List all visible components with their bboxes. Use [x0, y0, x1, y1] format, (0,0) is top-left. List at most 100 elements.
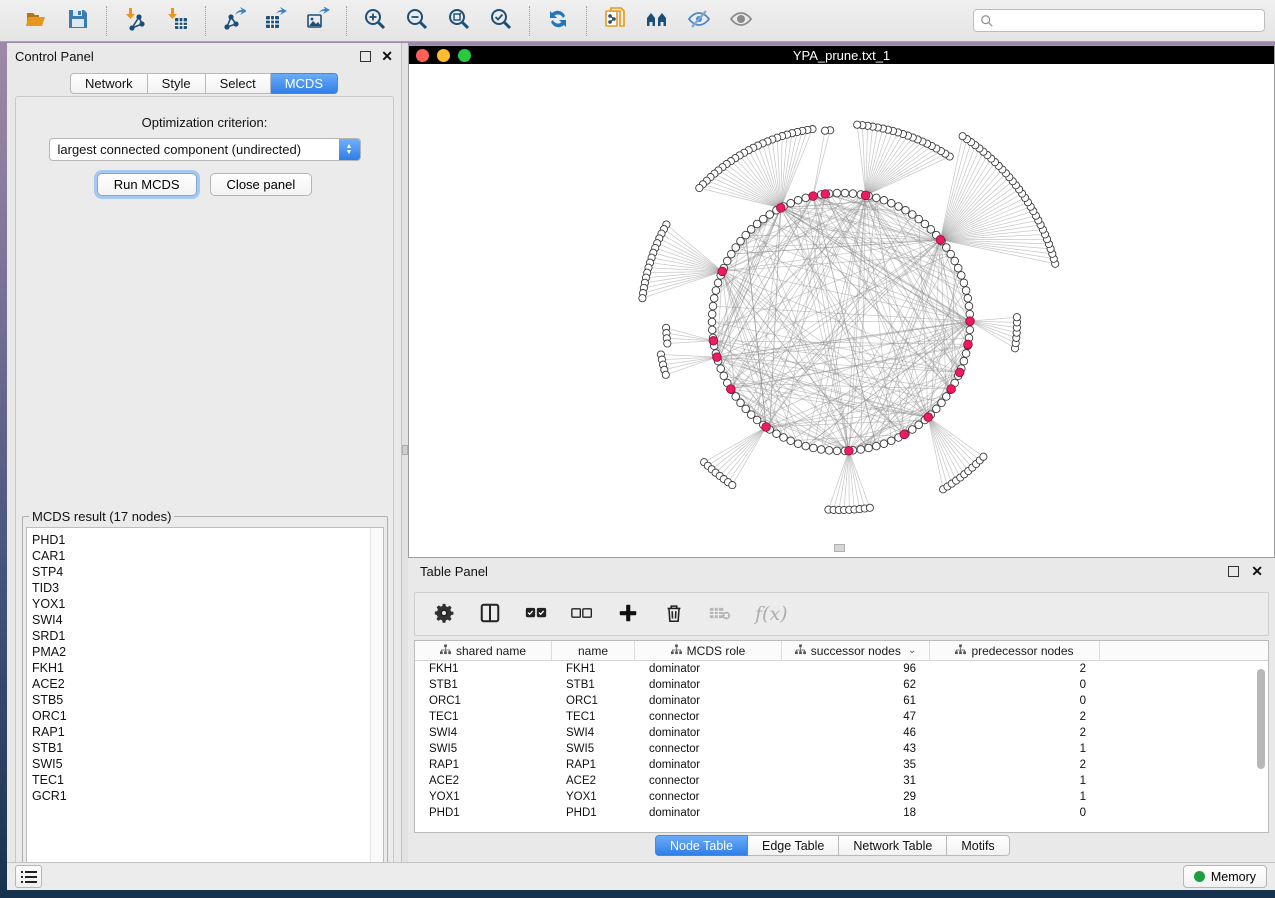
- result-node-item[interactable]: CAR1: [32, 548, 383, 564]
- add-column-button[interactable]: [617, 602, 639, 627]
- result-node-item[interactable]: STB5: [32, 692, 383, 708]
- result-node-item[interactable]: PMA2: [32, 644, 383, 660]
- network-canvas[interactable]: [409, 64, 1274, 557]
- table-scrollbar[interactable]: [1255, 663, 1267, 831]
- settings-gear-button[interactable]: [433, 602, 455, 627]
- result-node-item[interactable]: PHD1: [32, 532, 383, 548]
- table-cell: ACE2: [415, 775, 552, 787]
- network-from-selection-button[interactable]: [601, 7, 629, 35]
- table-row[interactable]: YOX1YOX1connector291: [415, 789, 1268, 805]
- table-cell: connector: [635, 775, 782, 787]
- table-row[interactable]: ORC1ORC1dominator610: [415, 693, 1268, 709]
- table-row[interactable]: RAP1RAP1dominator352: [415, 757, 1268, 773]
- result-node-item[interactable]: TID3: [32, 580, 383, 596]
- result-list-scrollbar[interactable]: [370, 528, 383, 884]
- column-label: predecessor nodes: [971, 644, 1073, 658]
- tab-motifs[interactable]: Motifs: [947, 835, 1009, 856]
- result-node-item[interactable]: ORC1: [32, 708, 383, 724]
- result-node-item[interactable]: YOX1: [32, 596, 383, 612]
- criterion-dropdown[interactable]: largest connected component (undirected)…: [49, 138, 361, 161]
- refresh-network-button[interactable]: [544, 7, 572, 35]
- result-node-item[interactable]: STP4: [32, 564, 383, 580]
- first-neighbors-button[interactable]: [643, 7, 671, 35]
- table-row[interactable]: SWI4SWI4dominator462: [415, 725, 1268, 741]
- table-row[interactable]: FKH1FKH1dominator962: [415, 661, 1268, 677]
- toggle-panes-button[interactable]: [479, 602, 501, 627]
- table-cell: 35: [782, 759, 930, 771]
- result-node-item[interactable]: SWI4: [32, 612, 383, 628]
- save-session-button[interactable]: [64, 7, 92, 35]
- memory-button[interactable]: Memory: [1183, 865, 1267, 888]
- result-node-item[interactable]: GCR1: [32, 788, 383, 804]
- result-node-item[interactable]: TEC1: [32, 772, 383, 788]
- zoom-fit-icon: [447, 7, 471, 34]
- tab-network-table[interactable]: Network Table: [839, 835, 947, 856]
- table-cell: dominator: [635, 807, 782, 819]
- zoom-out-button[interactable]: [403, 7, 431, 35]
- tab-node-table[interactable]: Node Table: [655, 835, 748, 856]
- result-node-item[interactable]: STB1: [32, 740, 383, 756]
- zoom-in-button[interactable]: [361, 7, 389, 35]
- table-header-row: shared namename MCDS role successor nodes⌄…: [415, 641, 1268, 661]
- import-network-button[interactable]: [121, 7, 149, 35]
- tab-select[interactable]: Select: [206, 73, 271, 94]
- run-mcds-button[interactable]: Run MCDS: [97, 173, 197, 196]
- zoom-fit-button[interactable]: [445, 7, 473, 35]
- table-row[interactable]: ACE2ACE2connector311: [415, 773, 1268, 789]
- open-file-button[interactable]: [22, 7, 50, 35]
- task-history-button[interactable]: [15, 865, 42, 888]
- export-table-icon: [264, 7, 288, 34]
- control-panel-title: Control Panel: [15, 49, 94, 64]
- column-header-predecessor-nodes[interactable]: predecessor nodes: [930, 641, 1100, 660]
- sort-descending-icon: ⌄: [908, 645, 916, 656]
- table-row[interactable]: PHD1PHD1dominator180: [415, 805, 1268, 821]
- select-all-checkboxes-button[interactable]: [525, 602, 547, 627]
- show-all-button[interactable]: [727, 7, 755, 35]
- column-header-name[interactable]: name: [552, 641, 635, 660]
- mcds-result-list[interactable]: PHD1CAR1STP4TID3YOX1SWI4SRD1PMA2FKH1ACE2…: [26, 527, 384, 885]
- table-cell: 18: [782, 807, 930, 819]
- result-node-item[interactable]: SWI5: [32, 756, 383, 772]
- float-panel-icon[interactable]: [360, 51, 371, 62]
- table-cell: FKH1: [552, 663, 635, 675]
- search-box[interactable]: [973, 9, 1265, 32]
- close-panel-icon[interactable]: ✕: [381, 51, 393, 62]
- search-input[interactable]: [998, 14, 1258, 28]
- deselect-all-checkboxes-button[interactable]: [571, 602, 593, 627]
- column-header-successor-nodes[interactable]: successor nodes⌄: [782, 641, 930, 660]
- network-view-titlebar[interactable]: YPA_prune.txt_1: [409, 46, 1274, 64]
- table-scrollbar-thumb[interactable]: [1257, 669, 1265, 769]
- table-cell: ORC1: [415, 695, 552, 707]
- table-float-panel-icon[interactable]: [1228, 566, 1239, 577]
- zoom-selected-button[interactable]: [487, 7, 515, 35]
- export-network-button[interactable]: [220, 7, 248, 35]
- result-node-item[interactable]: RAP1: [32, 724, 383, 740]
- table-cell: TEC1: [415, 711, 552, 723]
- result-node-item[interactable]: FKH1: [32, 660, 383, 676]
- search-area: [973, 9, 1265, 32]
- optimization-criterion-label: Optimization criterion:: [16, 115, 393, 130]
- network-graph[interactable]: [409, 64, 1274, 557]
- table-row[interactable]: SWI5SWI5connector431: [415, 741, 1268, 757]
- column-header-MCDS-role[interactable]: MCDS role: [635, 641, 782, 660]
- table-close-panel-icon[interactable]: ✕: [1251, 566, 1263, 577]
- column-label: MCDS role: [687, 644, 746, 658]
- export-table-button[interactable]: [262, 7, 290, 35]
- table-row[interactable]: STB1STB1dominator620: [415, 677, 1268, 693]
- result-node-item[interactable]: SRD1: [32, 628, 383, 644]
- hide-selected-button[interactable]: [685, 7, 713, 35]
- export-image-button[interactable]: [304, 7, 332, 35]
- list-icon: [21, 870, 37, 884]
- network-from-selection-icon: [603, 7, 627, 34]
- table-row[interactable]: TEC1TEC1connector472: [415, 709, 1268, 725]
- tab-network[interactable]: Network: [70, 73, 148, 94]
- tab-mcds[interactable]: MCDS: [271, 73, 338, 94]
- splitter-handle-horizontal[interactable]: [834, 544, 845, 552]
- delete-column-button[interactable]: [663, 602, 685, 627]
- import-table-button[interactable]: [163, 7, 191, 35]
- tab-style[interactable]: Style: [148, 73, 206, 94]
- tab-edge-table[interactable]: Edge Table: [748, 835, 839, 856]
- close-panel-button[interactable]: Close panel: [210, 173, 313, 196]
- result-node-item[interactable]: ACE2: [32, 676, 383, 692]
- column-header-shared-name[interactable]: shared name: [415, 641, 552, 660]
